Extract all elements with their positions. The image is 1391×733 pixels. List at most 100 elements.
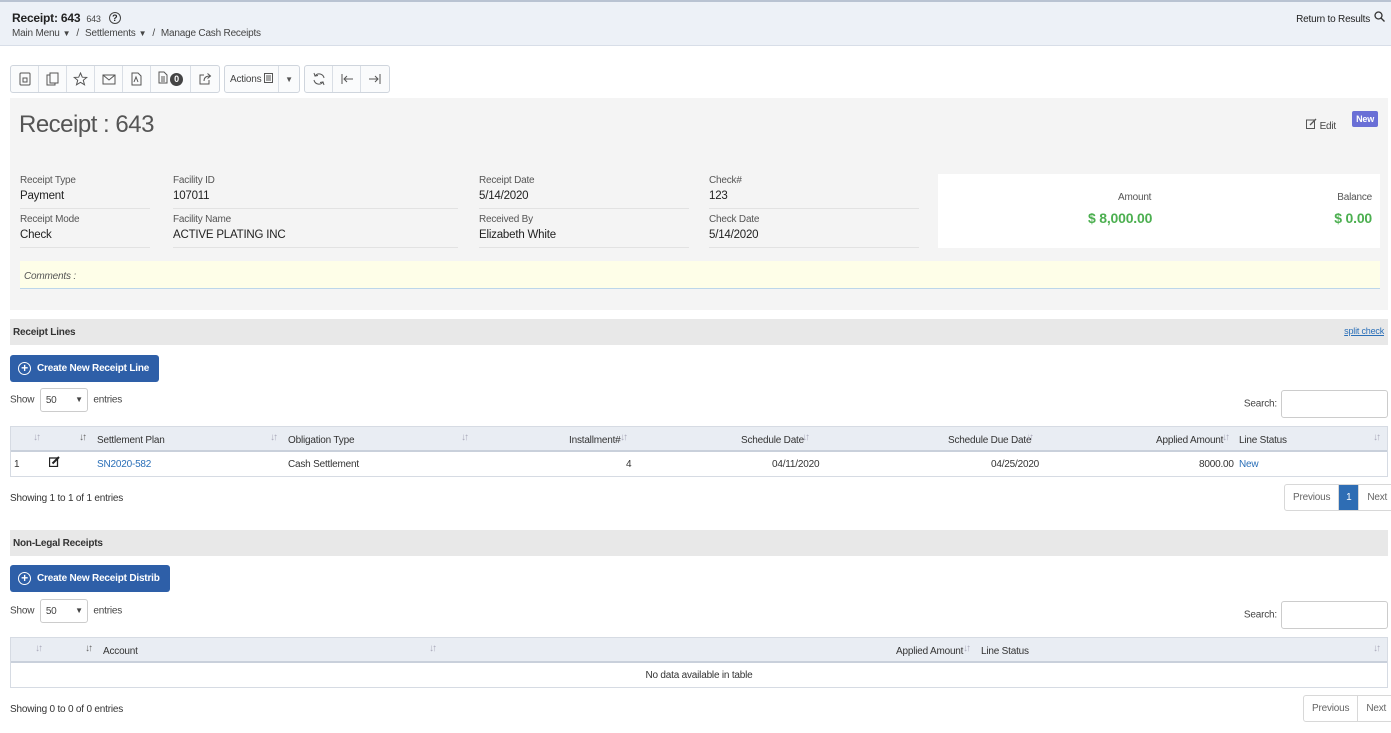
last-record-icon[interactable] bbox=[361, 66, 389, 92]
installment-value: 4 bbox=[626, 459, 632, 470]
column-line-status[interactable]: Line Status bbox=[1239, 435, 1287, 446]
documents-button[interactable]: 0 bbox=[151, 66, 191, 92]
column-installment[interactable]: Installment# bbox=[569, 435, 621, 446]
column-schedule-date[interactable]: Schedule Date bbox=[741, 435, 804, 446]
edit-button[interactable]: Edit bbox=[1305, 118, 1336, 132]
search-control: Search: bbox=[1244, 601, 1388, 629]
toolbar-group-nav bbox=[304, 65, 390, 93]
field-facility-name: Facility Name ACTIVE PLATING INC bbox=[173, 214, 458, 248]
sort-icon[interactable]: ↓↑ bbox=[461, 432, 469, 443]
list-icon bbox=[264, 72, 273, 86]
empty-table-message: No data available in table bbox=[645, 670, 753, 681]
column-applied-amount[interactable]: Applied Amount bbox=[896, 646, 963, 657]
section-title: Receipt Lines bbox=[13, 327, 76, 338]
line-status-link[interactable]: New bbox=[1239, 459, 1259, 470]
actions-button[interactable]: Actions bbox=[225, 66, 279, 92]
column-settlement-plan[interactable]: Settlement Plan bbox=[97, 435, 165, 446]
breadcrumb-manage-cash-receipts: Manage Cash Receipts bbox=[160, 28, 261, 39]
chevron-down-icon: ▼ bbox=[75, 395, 83, 404]
email-icon[interactable] bbox=[95, 66, 123, 92]
help-icon[interactable]: ? bbox=[108, 12, 121, 24]
sort-icon[interactable]: ↓↑ bbox=[1222, 432, 1230, 443]
share-icon[interactable] bbox=[191, 66, 219, 92]
toolbar-group-main: 0 bbox=[10, 65, 220, 93]
status-badge: New bbox=[1352, 111, 1378, 127]
column-account[interactable]: Account bbox=[103, 646, 138, 657]
pagination-previous[interactable]: Previous bbox=[1304, 696, 1359, 721]
sort-icon[interactable]: ↓↑ bbox=[429, 643, 437, 654]
sort-icon[interactable]: ↓↑ bbox=[1373, 432, 1381, 443]
section-title: Non-Legal Receipts bbox=[13, 538, 103, 549]
sort-icon[interactable]: ↓↑ bbox=[35, 643, 43, 654]
field-facility-id: Facility ID 107011 bbox=[173, 175, 458, 209]
create-receipt-distrib-button[interactable]: + Create New Receipt Distrib bbox=[10, 565, 170, 592]
table-info: Showing 1 to 1 of 1 entries bbox=[10, 493, 124, 504]
table-header: ↓↑ ↓↑ Settlement Plan ↓↑ Obligation Type… bbox=[11, 427, 1387, 452]
sort-icon[interactable]: ↓↑ bbox=[33, 432, 41, 443]
toolbar-group-actions: Actions ▼ bbox=[224, 65, 300, 93]
save-icon[interactable] bbox=[11, 66, 39, 92]
obligation-type-value: Cash Settlement bbox=[288, 459, 359, 470]
row-number: 1 bbox=[14, 459, 20, 470]
amount-value: $ 8,000.00 bbox=[1088, 210, 1153, 226]
actions-dropdown-toggle[interactable]: ▼ bbox=[279, 66, 299, 92]
field-received-by: Received By Elizabeth White bbox=[479, 214, 689, 248]
column-applied-amount[interactable]: Applied Amount bbox=[1156, 435, 1223, 446]
column-obligation-type[interactable]: Obligation Type bbox=[288, 435, 355, 446]
non-legal-receipts-section-header: Non-Legal Receipts bbox=[10, 530, 1388, 556]
receipt-title: Receipt : 643 bbox=[19, 111, 154, 138]
schedule-date-value: 04/11/2020 bbox=[772, 459, 820, 470]
table-empty-row: No data available in table bbox=[11, 663, 1387, 687]
pagination-page-1[interactable]: 1 bbox=[1339, 485, 1360, 510]
edit-row-icon[interactable] bbox=[48, 456, 60, 470]
documents-count-badge: 0 bbox=[170, 72, 183, 86]
pagination-next[interactable]: Next bbox=[1358, 696, 1391, 721]
balance-label: Balance bbox=[1337, 192, 1372, 203]
document-icon bbox=[158, 71, 168, 87]
sort-icon[interactable]: ↓↑ bbox=[270, 432, 278, 443]
column-line-status[interactable]: Line Status bbox=[981, 646, 1029, 657]
pagination-previous[interactable]: Previous bbox=[1285, 485, 1340, 510]
schedule-due-date-value: 04/25/2020 bbox=[991, 459, 1040, 470]
non-legal-receipts-table: ↓↑ ↓↑ Account ↓↑ Applied Amount ↓↑ Line … bbox=[10, 637, 1388, 688]
breadcrumb-settlements[interactable]: Settlements ▼ bbox=[85, 28, 147, 39]
sort-ascending-icon[interactable]: ↓↑ bbox=[79, 432, 87, 443]
caret-down-icon: ▼ bbox=[138, 29, 147, 38]
pagination: Previous Next bbox=[1303, 695, 1391, 722]
sort-ascending-icon[interactable]: ↓↑ bbox=[85, 643, 93, 654]
sort-icon[interactable]: ↓↑ bbox=[1373, 643, 1381, 654]
receipt-summary-panel: Receipt : 643 Edit New Receipt Type Payme… bbox=[10, 98, 1388, 310]
pagination-next[interactable]: Next bbox=[1359, 485, 1391, 510]
breadcrumb-main-menu[interactable]: Main Menu ▼ bbox=[12, 28, 71, 39]
pagination: Previous 1 Next bbox=[1284, 484, 1391, 511]
pdf-icon[interactable] bbox=[123, 66, 151, 92]
search-input[interactable] bbox=[1281, 390, 1388, 418]
create-receipt-line-button[interactable]: + Create New Receipt Line bbox=[10, 355, 160, 382]
search-icon bbox=[1374, 11, 1385, 25]
search-input[interactable] bbox=[1281, 601, 1388, 629]
sort-icon[interactable]: ↓↑ bbox=[963, 643, 971, 654]
top-bar: Receipt: 643 643? Main Menu ▼ / Settlements ▼… bbox=[0, 0, 1391, 46]
amount-label: Amount bbox=[1118, 192, 1152, 203]
comments-field[interactable]: Comments : bbox=[20, 261, 1380, 289]
settlement-plan-link[interactable]: SN2020-582 bbox=[97, 459, 151, 470]
refresh-icon[interactable] bbox=[305, 66, 333, 92]
split-check-link[interactable]: split check bbox=[1344, 326, 1384, 336]
plus-icon: + bbox=[18, 572, 31, 585]
column-schedule-due-date[interactable]: Schedule Due Date bbox=[948, 435, 1032, 446]
table-row: 1 SN2020-582 Cash Settlement 4 04/11/202… bbox=[11, 452, 1387, 476]
page-header: Receipt: 643 643? bbox=[12, 11, 121, 25]
sort-icon[interactable]: ↓↑ bbox=[620, 432, 628, 443]
receipt-lines-table: ↓↑ ↓↑ Settlement Plan ↓↑ Obligation Type… bbox=[10, 426, 1388, 477]
return-to-results-link[interactable]: Return to Results bbox=[1296, 11, 1385, 25]
field-check-number: Check# 123 bbox=[709, 175, 919, 209]
entries-select[interactable]: 50 ▼ bbox=[39, 388, 88, 412]
copy-icon[interactable] bbox=[39, 66, 67, 92]
page-title: Receipt: 643 bbox=[12, 11, 81, 25]
star-icon[interactable] bbox=[67, 66, 95, 92]
comments-label: Comments : bbox=[24, 271, 76, 282]
first-record-icon[interactable] bbox=[333, 66, 361, 92]
sort-icon[interactable]: ↓↑ bbox=[802, 432, 810, 443]
entries-select[interactable]: 50 ▼ bbox=[39, 599, 88, 623]
sort-icon[interactable]: ↓↑ bbox=[1026, 432, 1034, 443]
